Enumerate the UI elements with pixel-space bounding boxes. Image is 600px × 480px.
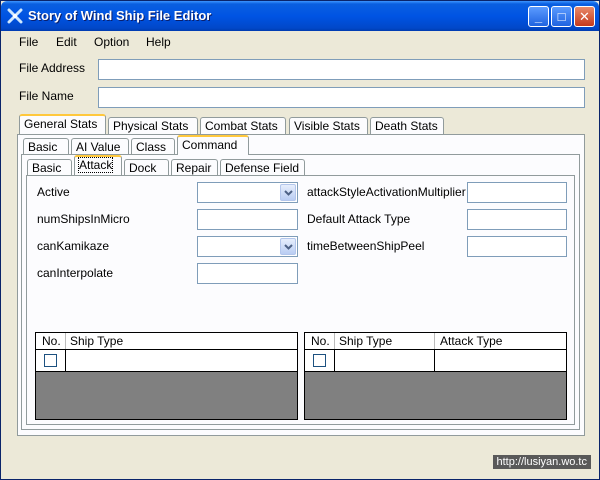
tab-visible-stats[interactable]: Visible Stats: [289, 117, 368, 135]
tab-attack[interactable]: Attack: [74, 155, 122, 175]
file-address-input[interactable]: [98, 59, 585, 80]
tab-label: AI Value: [76, 140, 121, 154]
col-ship-type[interactable]: Ship Type: [70, 334, 123, 348]
active-combo[interactable]: [197, 182, 298, 203]
watermark-url: http://lusiyan.wo.tc: [492, 455, 591, 469]
menu-option[interactable]: Option: [94, 35, 129, 49]
file-address-label: File Address: [19, 61, 86, 75]
active-label: Active: [37, 185, 70, 199]
default-attack-type-label: Default Attack Type: [307, 212, 411, 226]
tab-label: Visible Stats: [294, 119, 360, 133]
tab-label: Dock: [129, 161, 157, 175]
tab-label: Attack: [77, 157, 114, 173]
app-window: Story of Wind Ship File Editor _ □ ✕ Fil…: [0, 0, 600, 480]
num-ships-in-micro-label: numShipsInMicro: [37, 212, 130, 226]
col-no[interactable]: No.: [42, 334, 61, 348]
file-name-label: File Name: [19, 89, 74, 103]
tab-label: General Stats: [24, 117, 98, 131]
minimize-button[interactable]: _: [528, 6, 549, 27]
ship-type-grid-right[interactable]: No. Ship Type Attack Type: [304, 332, 567, 420]
col-attack-type[interactable]: Attack Type: [440, 334, 502, 348]
can-kamikaze-label: canKamikaze: [37, 239, 110, 253]
time-between-ship-peel-label: timeBetweenShipPeel: [307, 239, 425, 253]
col-divider: [65, 350, 66, 371]
table-row[interactable]: [305, 350, 566, 372]
title-bar[interactable]: Story of Wind Ship File Editor _ □ ✕: [1, 1, 599, 31]
tab-combat-stats[interactable]: Combat Stats: [200, 117, 286, 135]
attack-style-activation-multiplier-input[interactable]: [467, 182, 567, 203]
row-checkbox[interactable]: [313, 354, 326, 367]
col-divider: [434, 350, 435, 371]
chevron-down-icon[interactable]: [280, 238, 296, 255]
num-ships-in-micro-input[interactable]: [197, 209, 298, 230]
chevron-down-icon[interactable]: [280, 184, 296, 201]
can-interpolate-label: canInterpolate: [37, 266, 114, 280]
can-interpolate-input[interactable]: [197, 263, 298, 284]
default-attack-type-input[interactable]: [467, 209, 567, 230]
tab-label: Defense Field: [225, 161, 300, 175]
col-divider[interactable]: [65, 333, 66, 349]
col-ship-type[interactable]: Ship Type: [339, 334, 392, 348]
tab-death-stats[interactable]: Death Stats: [370, 117, 444, 135]
tab-label: Basic: [32, 161, 62, 175]
status-bar: http://lusiyan.wo.tc: [1, 453, 599, 479]
grid-header: No. Ship Type Attack Type: [305, 333, 566, 350]
tab-command[interactable]: Command: [177, 135, 249, 155]
tab-physical-stats[interactable]: Physical Stats: [108, 117, 198, 135]
close-button[interactable]: ✕: [574, 6, 595, 27]
menu-bar: File Edit Option Help: [1, 31, 599, 53]
col-divider[interactable]: [434, 333, 435, 349]
menu-help[interactable]: Help: [146, 35, 171, 49]
maximize-button[interactable]: □: [551, 6, 572, 27]
tab-general-stats[interactable]: General Stats: [19, 114, 106, 134]
tab-label: Combat Stats: [205, 119, 278, 133]
window-title: Story of Wind Ship File Editor: [28, 8, 212, 23]
tab-label: Command: [182, 138, 238, 152]
tab-label: Repair: [176, 161, 212, 175]
tab-label: Death Stats: [375, 119, 438, 133]
col-no[interactable]: No.: [311, 334, 330, 348]
can-kamikaze-combo[interactable]: [197, 236, 298, 257]
row-checkbox[interactable]: [44, 354, 57, 367]
file-name-input[interactable]: [98, 87, 585, 108]
tab-label: Basic: [28, 140, 58, 154]
tab-label: Physical Stats: [113, 119, 189, 133]
table-row[interactable]: [36, 350, 297, 372]
menu-edit[interactable]: Edit: [56, 35, 77, 49]
ship-type-grid-left[interactable]: No. Ship Type: [35, 332, 298, 420]
wind-ship-icon: [7, 8, 23, 24]
col-divider: [334, 350, 335, 371]
attack-style-activation-multiplier-label: attackStyleActivationMultiplier: [307, 185, 466, 199]
time-between-ship-peel-input[interactable]: [467, 236, 567, 257]
tab-label: Class: [136, 140, 167, 154]
menu-file[interactable]: File: [19, 35, 38, 49]
grid-header: No. Ship Type: [36, 333, 297, 350]
col-divider[interactable]: [334, 333, 335, 349]
